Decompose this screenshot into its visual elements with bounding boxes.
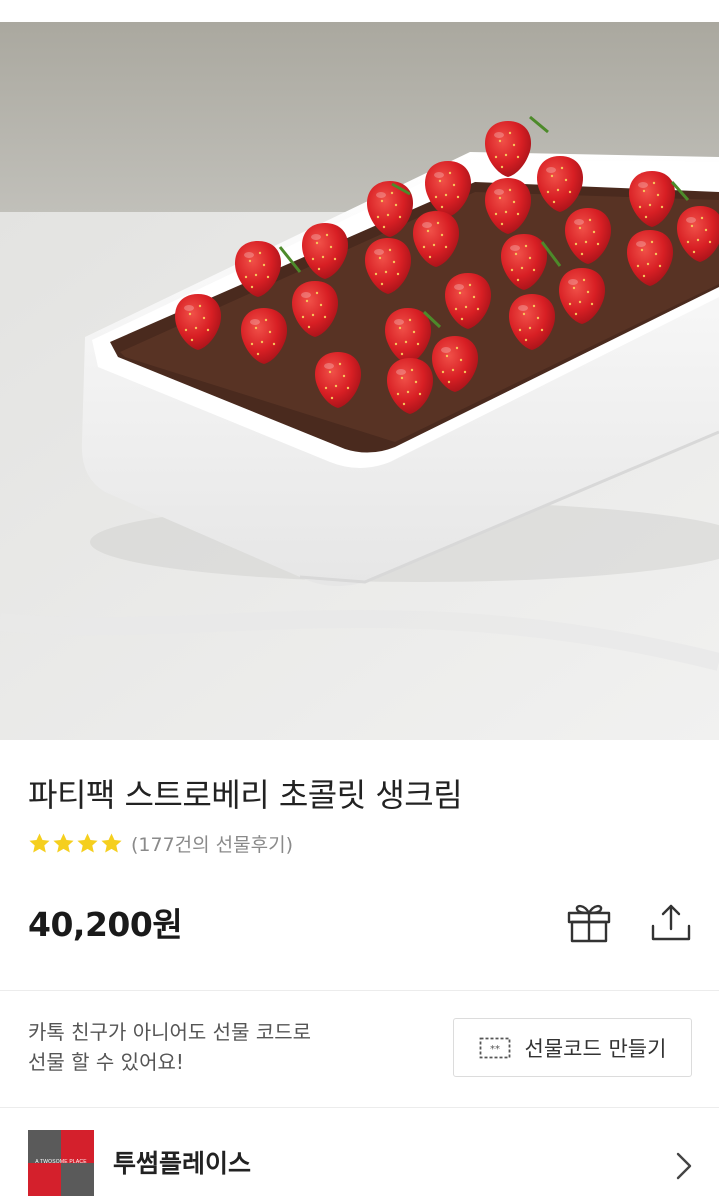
gift-button[interactable] (565, 900, 613, 948)
star-icon (77, 832, 98, 853)
status-bar-area (0, 0, 719, 22)
svg-text:**: ** (490, 1044, 500, 1055)
brand-row[interactable]: A TWOSOME PLACE 투썸플레이스 (0, 1108, 719, 1200)
star-icon (29, 832, 50, 853)
review-count[interactable]: (177건의 선물후기) (131, 830, 293, 857)
brand-logo-text: A TWOSOME PLACE (35, 1159, 87, 1165)
brand-name: 투썸플레이스 (113, 1149, 252, 1178)
star-icon (101, 832, 122, 853)
gift-code-promo: 카톡 친구가 아니어도 선물 코드로 선물 할 수 있어요! (28, 1017, 408, 1077)
star-rating (28, 832, 123, 855)
create-gift-code-label: 선물코드 만들기 (524, 1036, 667, 1061)
rating-row[interactable]: (177건의 선물후기) (28, 828, 293, 858)
chevron-right-icon (676, 1152, 692, 1180)
brand-logo: A TWOSOME PLACE (28, 1130, 94, 1196)
promo-line: 선물 할 수 있어요! (28, 1050, 184, 1074)
gift-icon (567, 904, 611, 943)
divider (0, 990, 719, 991)
product-image (0, 22, 719, 740)
star-icon (53, 832, 74, 853)
share-button[interactable] (648, 900, 694, 946)
create-gift-code-button[interactable]: ** 선물코드 만들기 (453, 1018, 692, 1077)
product-price: 40,200원 (28, 905, 183, 944)
share-icon (651, 904, 691, 941)
product-title: 파티팩 스트로베리 초콜릿 생크림 (28, 776, 463, 814)
ticket-icon: ** (479, 1037, 510, 1058)
promo-line: 카톡 친구가 아니어도 선물 코드로 (28, 1020, 312, 1044)
